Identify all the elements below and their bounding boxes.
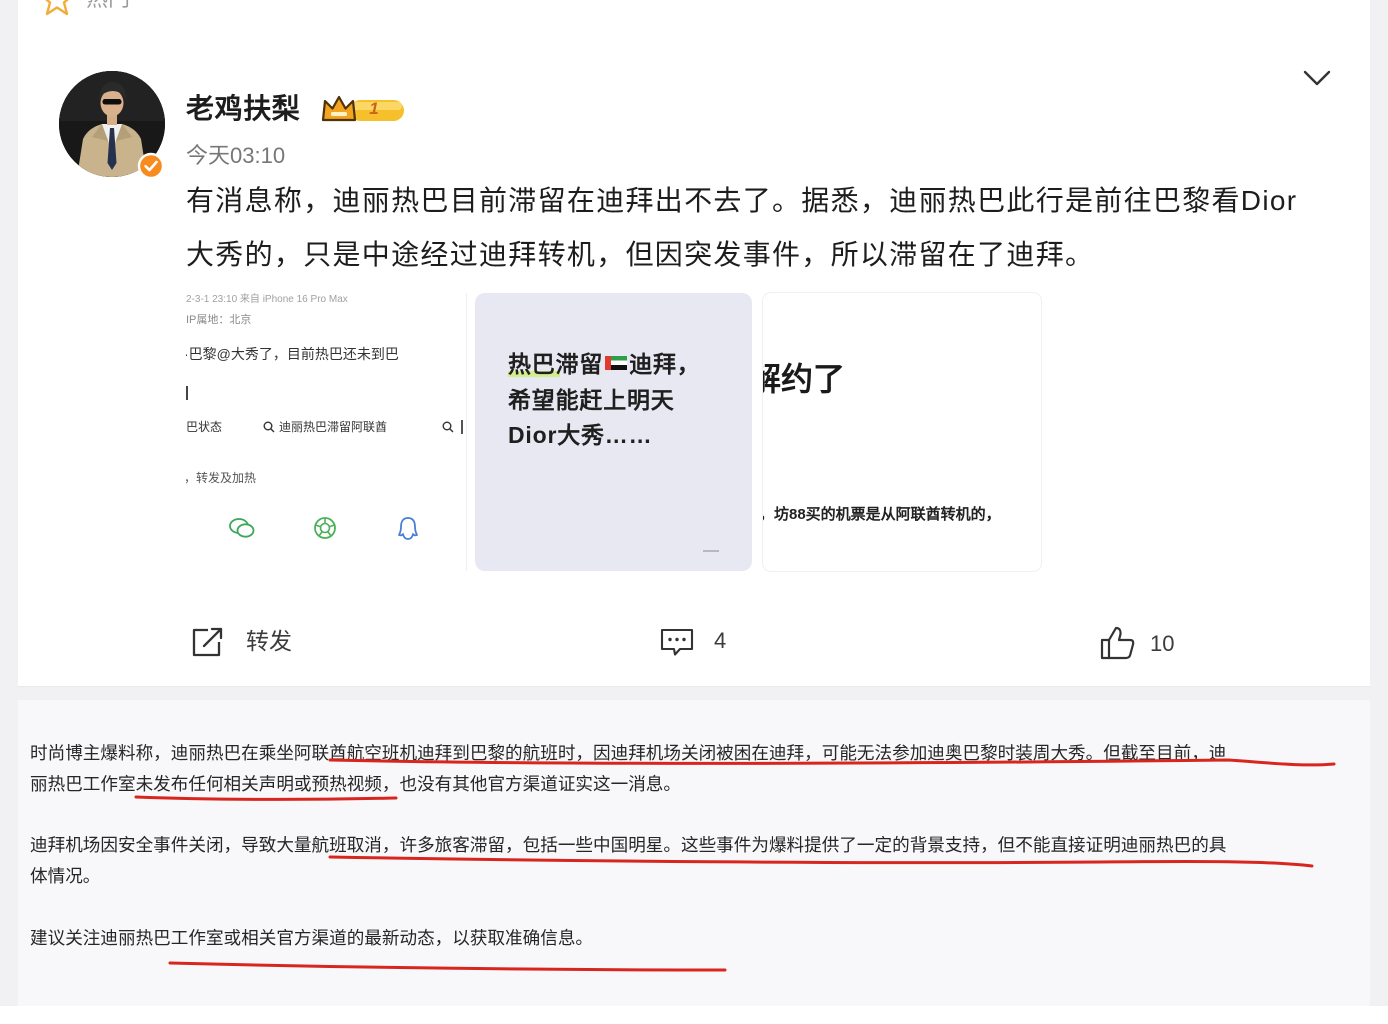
post-image-1[interactable]: 2-3-1 23:10 来自 iPhone 16 Pro Max IP属地：北京…	[186, 293, 466, 571]
image-caption-line: 希望能赶上明天	[508, 387, 675, 413]
search-icon	[263, 421, 275, 433]
verified-badge-icon	[137, 152, 165, 180]
crown-icon[interactable]	[320, 93, 406, 127]
share-icon[interactable]	[189, 624, 227, 660]
image-location-line: IP属地：北京	[186, 314, 252, 326]
image-body-line: ·巴黎@大秀了，目前热巴还未到巴	[186, 346, 399, 362]
commentary-line: 时尚博主爆料称，迪丽热巴在乘坐阿联酋航空班机迪拜到巴黎的航班时，因迪拜机场关闭被…	[30, 743, 1227, 763]
tab-hot[interactable]: 热门	[86, 0, 130, 12]
image-meta-line: 2-3-1 23:10 来自 iPhone 16 Pro Max	[186, 294, 348, 305]
commentary-line: 丽热巴工作室未发布任何相关声明或预热视频，也没有其他官方渠道证实这一消息。	[30, 774, 681, 794]
commentary-line: 迪拜机场因安全事件关闭，导致大量航班取消，许多旅客滞留，包括一些中国明星。这些事…	[30, 835, 1227, 855]
text-cursor	[186, 386, 188, 400]
image-caption-text: 热巴滞留	[508, 351, 604, 377]
comment-count[interactable]: 4	[714, 627, 726, 655]
commentary-line: 建议关注迪丽热巴工作室或相关官方渠道的最新动态，以获取准确信息。	[30, 928, 594, 948]
chat-icon	[229, 518, 255, 538]
image-footer-line: ，坊88买的机票是从阿联酋转机的，	[763, 506, 1001, 523]
image-topic-chip: 巴状态	[186, 420, 223, 434]
qq-icon	[398, 517, 418, 540]
post-timestamp[interactable]: 今天03:10	[186, 142, 285, 170]
star-icon[interactable]	[38, 0, 76, 16]
bottom-margin	[0, 1006, 1388, 1024]
share-button[interactable]: 转发	[246, 626, 292, 656]
thumbs-up-icon[interactable]	[1098, 624, 1136, 662]
post-image-2[interactable]: 热巴滞留 迪拜， 希望能赶上明天 Dior大秀……	[475, 293, 752, 571]
moments-icon	[314, 517, 336, 539]
image-caption-line: 热巴滞留 迪拜，	[508, 349, 701, 379]
uae-flag-icon	[605, 356, 628, 370]
author-name[interactable]: 老鸡扶梨	[186, 92, 300, 126]
image-caption-text: 迪拜，	[629, 351, 701, 377]
post-text-line: 有消息称，迪丽热巴目前滞留在迪拜出不去了。据悉，迪丽热巴此行是前往巴黎看Dior	[186, 185, 1298, 216]
comment-icon[interactable]	[659, 626, 695, 658]
image-topic-chip: 迪丽热巴滞留阿联酋	[279, 420, 388, 434]
search-icon	[442, 421, 454, 433]
image-footer-line: ，转发及加热	[186, 471, 257, 485]
image-caption-line: Dior大秀……	[508, 422, 653, 448]
commentary-line: 体情况。	[30, 866, 101, 886]
post-text-line: 大秀的，只是中途经过迪拜转机，但因突发事件，所以滞留在了迪拜。	[186, 239, 1095, 270]
chevron-down-icon[interactable]	[1301, 67, 1333, 89]
level-number: 1	[369, 99, 379, 118]
divider	[461, 420, 463, 434]
post-image-3[interactable]: 解约了 ，坊88买的机票是从阿联酋转机的，	[763, 293, 1041, 571]
like-count[interactable]: 10	[1150, 630, 1174, 658]
image-headline: 解约了	[763, 361, 846, 397]
image-corner-mark	[703, 550, 719, 552]
